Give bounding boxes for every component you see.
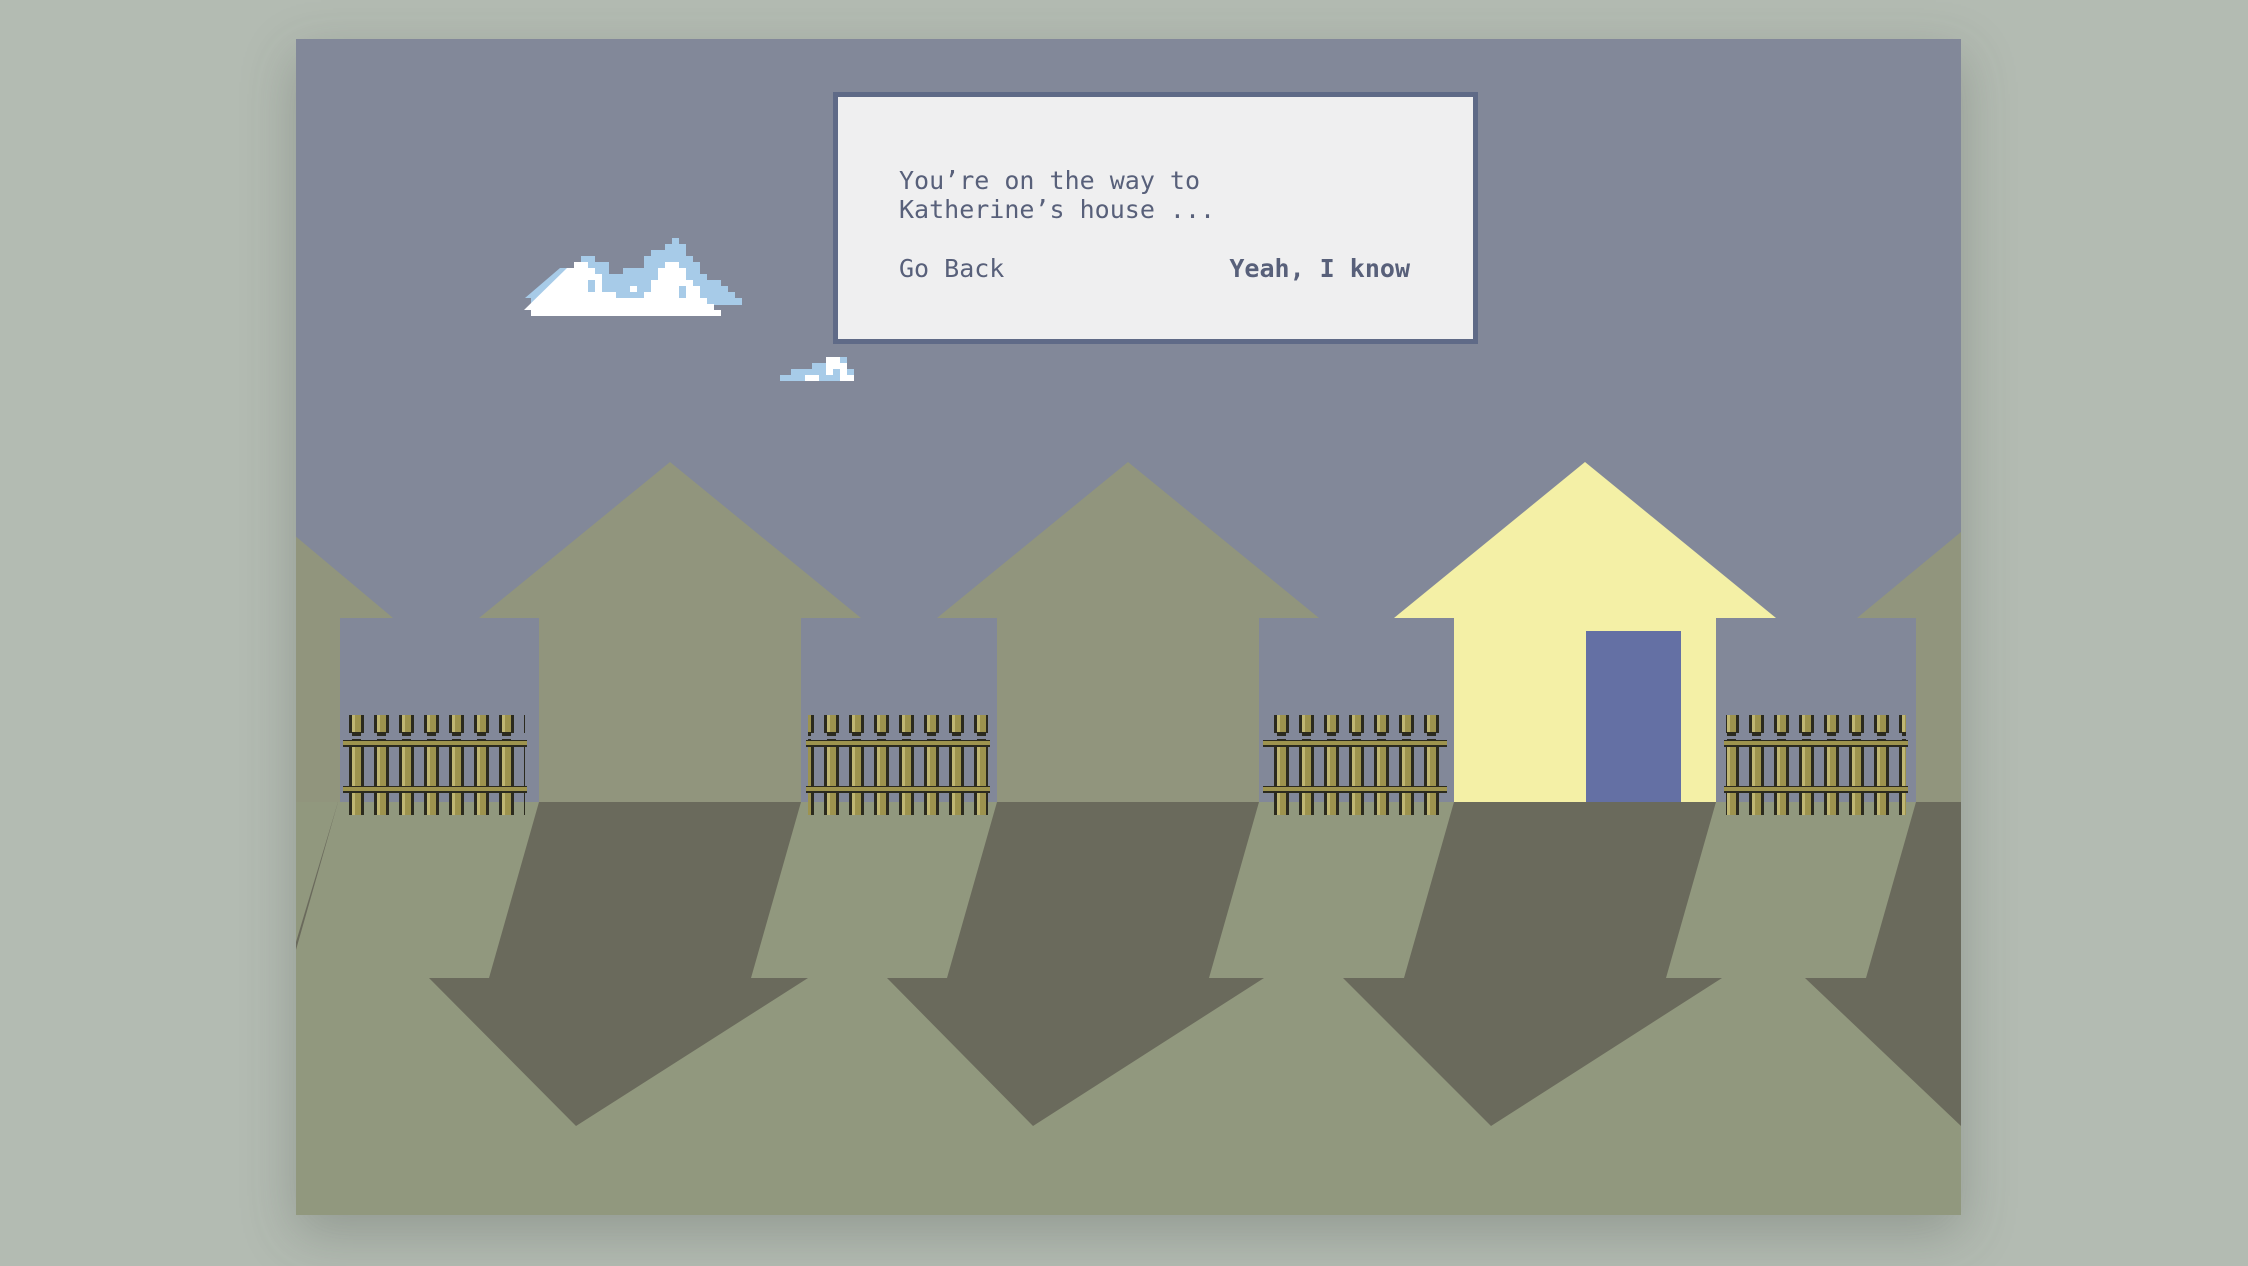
fence-icon bbox=[806, 715, 990, 815]
dialog-box: You’re on the way to Katherine’s house .… bbox=[833, 92, 1478, 344]
dialog-message: You’re on the way to Katherine’s house .… bbox=[899, 166, 1216, 224]
house-door[interactable] bbox=[1586, 631, 1681, 802]
fence-icon bbox=[1724, 715, 1908, 815]
game-stage: You’re on the way to Katherine’s house .… bbox=[296, 39, 1961, 1215]
fence-icon bbox=[1263, 715, 1447, 815]
confirm-button[interactable]: Yeah, I know bbox=[1229, 254, 1410, 283]
fence-icon bbox=[343, 715, 527, 815]
go-back-button[interactable]: Go Back bbox=[899, 254, 1004, 283]
